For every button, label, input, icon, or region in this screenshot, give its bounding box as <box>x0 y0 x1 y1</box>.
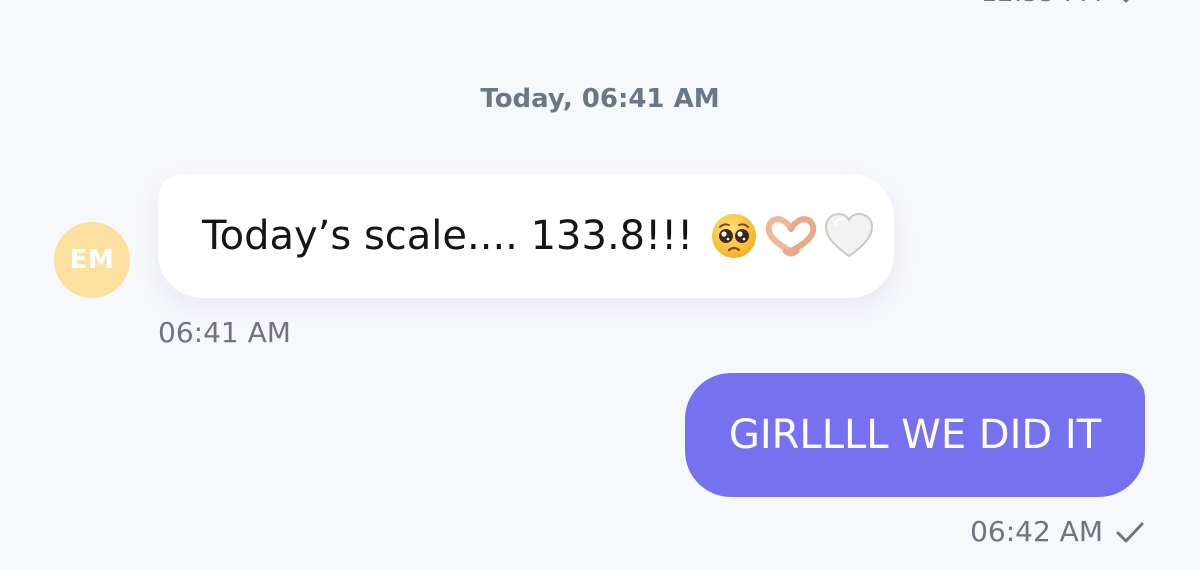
incoming-message-bubble[interactable]: Today’s scale.... 133.8!!! <box>158 174 894 298</box>
previous-message-time: 12:55 PM <box>981 0 1102 8</box>
emoji-row <box>709 211 875 261</box>
outgoing-message-text: GIRLLLL WE DID IT <box>728 412 1102 458</box>
previous-message-meta: 12:55 PM <box>981 0 1142 8</box>
incoming-message-time: 06:41 AM <box>158 316 291 349</box>
incoming-message-text: Today’s scale.... 133.8!!! <box>202 213 694 259</box>
white-heart-emoji-icon <box>825 212 874 258</box>
outgoing-message-time: 06:42 AM <box>970 515 1103 548</box>
date-divider: Today, 06:41 AM <box>480 84 720 114</box>
check-icon <box>1115 520 1145 544</box>
avatar-initials: EM <box>69 245 115 275</box>
pleading-face-emoji-icon <box>712 214 757 258</box>
heart-hands-emoji-icon <box>765 216 817 257</box>
check-icon <box>1116 0 1142 4</box>
avatar[interactable]: EM <box>54 222 130 298</box>
outgoing-message-bubble[interactable]: GIRLLLL WE DID IT <box>685 373 1145 497</box>
outgoing-message-meta: 06:42 AM <box>970 515 1145 548</box>
